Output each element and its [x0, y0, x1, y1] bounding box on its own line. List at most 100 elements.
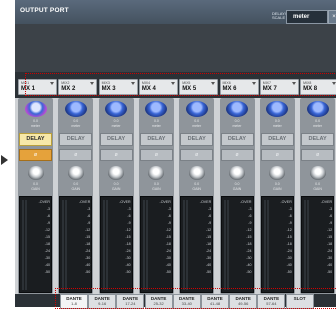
meter-scale-label: -3	[207, 207, 212, 211]
meter-scale-label: -6	[248, 214, 252, 218]
gain-knob[interactable]	[229, 166, 245, 180]
meter-scale-label: -OVER	[240, 200, 252, 204]
delay-knob[interactable]	[226, 101, 248, 117]
meter-scale-label: -9	[288, 221, 292, 225]
phase-button[interactable]: ø	[59, 149, 93, 161]
mix-button-label: MX 2	[61, 86, 76, 92]
mix-button-3[interactable]: MIX3 MX 3	[98, 79, 138, 95]
meter-scale-label: -6	[46, 214, 50, 218]
meter-scale-label: -12	[44, 228, 50, 232]
meter-scale-label: -24	[44, 249, 50, 253]
meter-scale-label: -18	[44, 242, 50, 246]
meter-scale-label: -6	[328, 214, 333, 218]
mix-button-8[interactable]: MIX8 MX 8	[300, 79, 336, 95]
delay-value: 0.0	[73, 119, 79, 123]
delay-button[interactable]: DELAY	[220, 133, 254, 146]
meter-bar	[145, 200, 148, 290]
delay-value: 0.0	[194, 119, 200, 123]
mix-button-label: MX 6	[222, 86, 237, 92]
meter-scale-label: -9	[328, 221, 333, 225]
delay-button[interactable]: DELAY	[19, 133, 52, 146]
pointer-arrow-icon	[1, 155, 8, 165]
gain-unit: GAIN	[111, 187, 121, 191]
meter-bar	[105, 200, 108, 290]
phase-button[interactable]: ø	[19, 149, 52, 161]
mix-button-label: MX 3	[101, 86, 116, 92]
phase-button[interactable]: ø	[301, 149, 335, 161]
meter-scale-label: -12	[286, 228, 292, 232]
phase-button[interactable]: ø	[220, 149, 254, 161]
meter-bar	[183, 200, 186, 290]
phase-button[interactable]: ø	[139, 149, 173, 161]
mix-button-4[interactable]: MIX4 MX 4	[138, 79, 178, 95]
level-meter: -OVER -3 -6 -9 -12 -15 -18 -24 -30 -40 -50	[59, 196, 93, 293]
gain-knob[interactable]	[67, 166, 84, 180]
delay-knob[interactable]	[64, 101, 87, 117]
phase-button[interactable]: ø	[180, 149, 214, 161]
close-button[interactable]: ×	[328, 10, 336, 24]
delay-knob[interactable]	[306, 101, 329, 117]
meter-scale: -OVER -3 -6 -9 -12 -15 -18 -24 -30 -40 -50	[270, 199, 292, 276]
meter-scale-label: -24	[326, 249, 333, 253]
meter-scale-label: -OVER	[119, 200, 131, 204]
meter-scale-label: -40	[286, 263, 292, 267]
phase-button[interactable]: ø	[99, 149, 133, 161]
phase-button[interactable]: ø	[260, 149, 294, 161]
delay-button[interactable]: DELAY	[301, 133, 335, 146]
delay-button[interactable]: DELAY	[180, 133, 214, 146]
meter-scale-label: -30	[205, 256, 212, 260]
meter-scale-label: -OVER	[159, 200, 171, 204]
gain-knob[interactable]	[27, 166, 44, 180]
meter-scale-label: -12	[246, 228, 252, 232]
mix-button-7[interactable]: MIX7 MX 7	[259, 79, 299, 95]
meter-scale-label: -40	[326, 263, 333, 267]
gain-knob[interactable]	[108, 166, 125, 180]
meter-scale-label: -OVER	[280, 200, 292, 204]
meter-scale-label: -OVER	[320, 200, 333, 204]
mix-button-2[interactable]: MIX2 MX 2	[58, 79, 98, 95]
meter-bar	[266, 200, 269, 290]
tab-range: 49-56	[238, 301, 249, 306]
meter-scale-label: -40	[44, 263, 50, 267]
delay-button[interactable]: DELAY	[99, 133, 133, 146]
meter-scale-label: -3	[328, 207, 333, 211]
meter-scale-label: -24	[246, 249, 252, 253]
delay-knob[interactable]	[185, 101, 208, 117]
meter-scale: -OVER -3 -6 -9 -12 -15 -18 -24 -30 -40 -50	[230, 199, 252, 276]
delay-knob[interactable]	[24, 101, 47, 117]
gain-unit: GAIN	[31, 187, 40, 191]
meter-scale-label: -12	[125, 228, 131, 232]
meter-scale-label: -15	[85, 235, 91, 239]
gain-unit: GAIN	[152, 187, 161, 191]
meter-scale-label: -30	[165, 256, 171, 260]
mix-button-1[interactable]: MIX1 MX 1	[18, 79, 57, 95]
dropdown-icon	[90, 82, 95, 85]
meter-scale-label: -18	[85, 242, 91, 246]
meter-scale-label: -30	[44, 256, 50, 260]
gain-knob[interactable]	[309, 166, 326, 180]
gain-value: 0.0	[33, 182, 38, 186]
meter-scale-label: -15	[125, 235, 131, 239]
meter-scale-label: -15	[44, 235, 50, 239]
meter-scale-label: -24	[165, 249, 171, 253]
delay-unit: meter	[232, 124, 242, 128]
meter-scale-label: -3	[167, 207, 171, 211]
delay-button[interactable]: DELAY	[260, 133, 294, 146]
mix-button-label: MX 1	[21, 86, 36, 92]
delay-button[interactable]: DELAY	[139, 133, 173, 146]
delay-scale-select[interactable]: meter	[286, 10, 328, 24]
gain-knob[interactable]	[188, 166, 205, 180]
meter-scale: -OVER -3 -6 -9 -12 -15 -18 -24 -30 -40 -50	[310, 199, 332, 276]
meter-scale-label: -40	[85, 263, 91, 267]
level-meter: -OVER -3 -6 -9 -12 -15 -18 -24 -30 -40 -50	[220, 196, 254, 293]
dropdown-icon	[332, 82, 336, 85]
meter-scale-label: -18	[205, 242, 212, 246]
meter-scale-label: -18	[125, 242, 131, 246]
mix-button-5[interactable]: MIX5 MX 5	[179, 79, 219, 95]
delay-knob[interactable]	[105, 101, 128, 117]
meter-scale-label: -OVER	[78, 200, 91, 204]
tab-range: 41-48	[209, 301, 221, 306]
gain-unit: GAIN	[273, 187, 282, 191]
mix-button-6[interactable]: MIX6 MX 6	[219, 79, 259, 95]
delay-button[interactable]: DELAY	[59, 133, 93, 146]
